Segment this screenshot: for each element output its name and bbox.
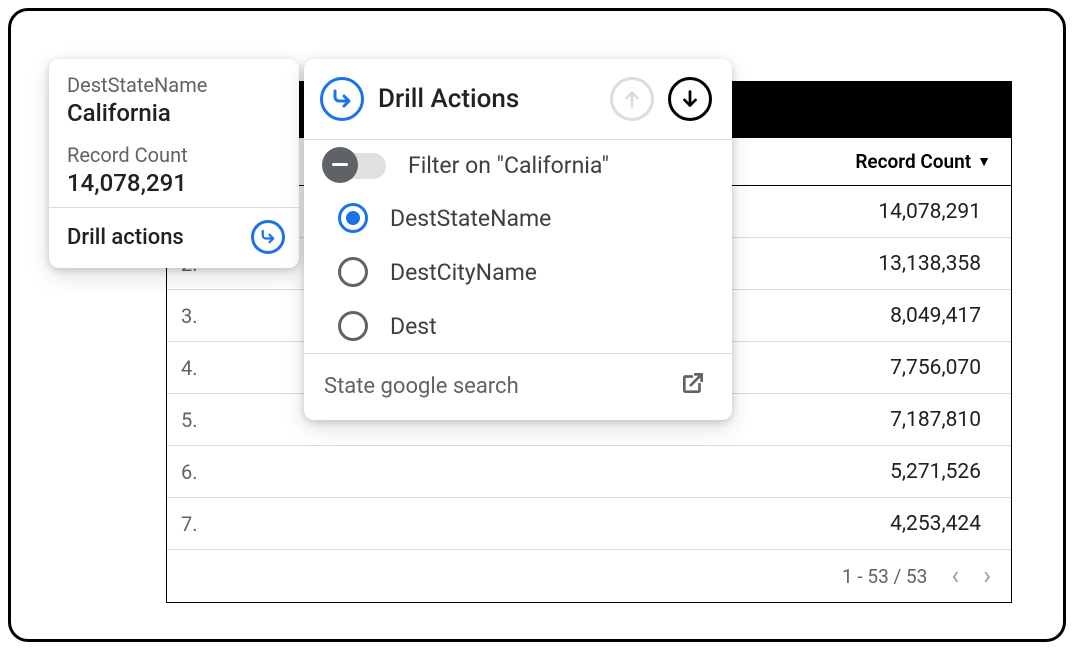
- drill-panel-title: Drill Actions: [378, 84, 596, 114]
- drill-field-option[interactable]: DestStateName: [304, 191, 732, 245]
- row-index: 6.: [167, 460, 235, 484]
- column-header-label: Record Count: [855, 150, 971, 173]
- datapoint-tooltip: DestStateName California Record Count 14…: [49, 59, 299, 268]
- drill-up-button[interactable]: [610, 77, 654, 121]
- row-index: 7.: [167, 512, 235, 536]
- drill-actions-label: Drill actions: [67, 225, 184, 250]
- table-row[interactable]: 7.4,253,424: [167, 498, 1011, 550]
- radio-icon: [338, 257, 368, 287]
- table-footer: 1 - 53 / 53 ‹ ›: [167, 550, 1011, 602]
- minus-icon: [322, 147, 358, 183]
- row-value: 5,271,526: [235, 460, 1011, 484]
- pagination-label: 1 - 53 / 53: [842, 565, 927, 588]
- tooltip-field-value: California: [67, 99, 281, 127]
- drill-field-label: DestCityName: [390, 259, 712, 286]
- external-search-label: State google search: [324, 374, 668, 399]
- radio-icon: [338, 203, 368, 233]
- table-row[interactable]: 6.5,271,526: [167, 446, 1011, 498]
- tooltip-metric-value: 14,078,291: [67, 169, 281, 197]
- filter-toggle-row[interactable]: Filter on "California": [304, 140, 732, 191]
- row-value: 4,253,424: [235, 512, 1011, 536]
- tooltip-field-label: DestStateName: [67, 73, 281, 97]
- drill-actions-button[interactable]: Drill actions: [49, 208, 299, 268]
- external-search-row[interactable]: State google search: [304, 353, 732, 420]
- row-index: 5.: [167, 408, 235, 432]
- tooltip-metric-label: Record Count: [67, 143, 281, 167]
- drill-field-option[interactable]: Dest: [304, 299, 732, 353]
- drill-field-label: DestStateName: [390, 205, 712, 232]
- sort-descending-icon: ▼: [977, 153, 991, 170]
- app-frame: Record Count ▼ 1.14,078,2912.13,138,3583…: [8, 8, 1066, 642]
- drill-actions-panel: Drill Actions Filter on "California" Des…: [304, 59, 732, 420]
- page-next-button[interactable]: ›: [983, 563, 991, 589]
- drill-field-option[interactable]: DestCityName: [304, 245, 732, 299]
- drill-icon: [320, 77, 364, 121]
- drill-down-button[interactable]: [668, 77, 712, 121]
- drill-field-label: Dest: [390, 313, 712, 340]
- page-prev-button[interactable]: ‹: [951, 563, 959, 589]
- row-index: 3.: [167, 304, 235, 328]
- open-external-icon: [680, 370, 706, 402]
- radio-icon: [338, 311, 368, 341]
- drill-icon: [251, 220, 285, 254]
- filter-toggle[interactable]: [324, 153, 386, 179]
- filter-toggle-label: Filter on "California": [408, 152, 712, 179]
- row-index: 4.: [167, 356, 235, 380]
